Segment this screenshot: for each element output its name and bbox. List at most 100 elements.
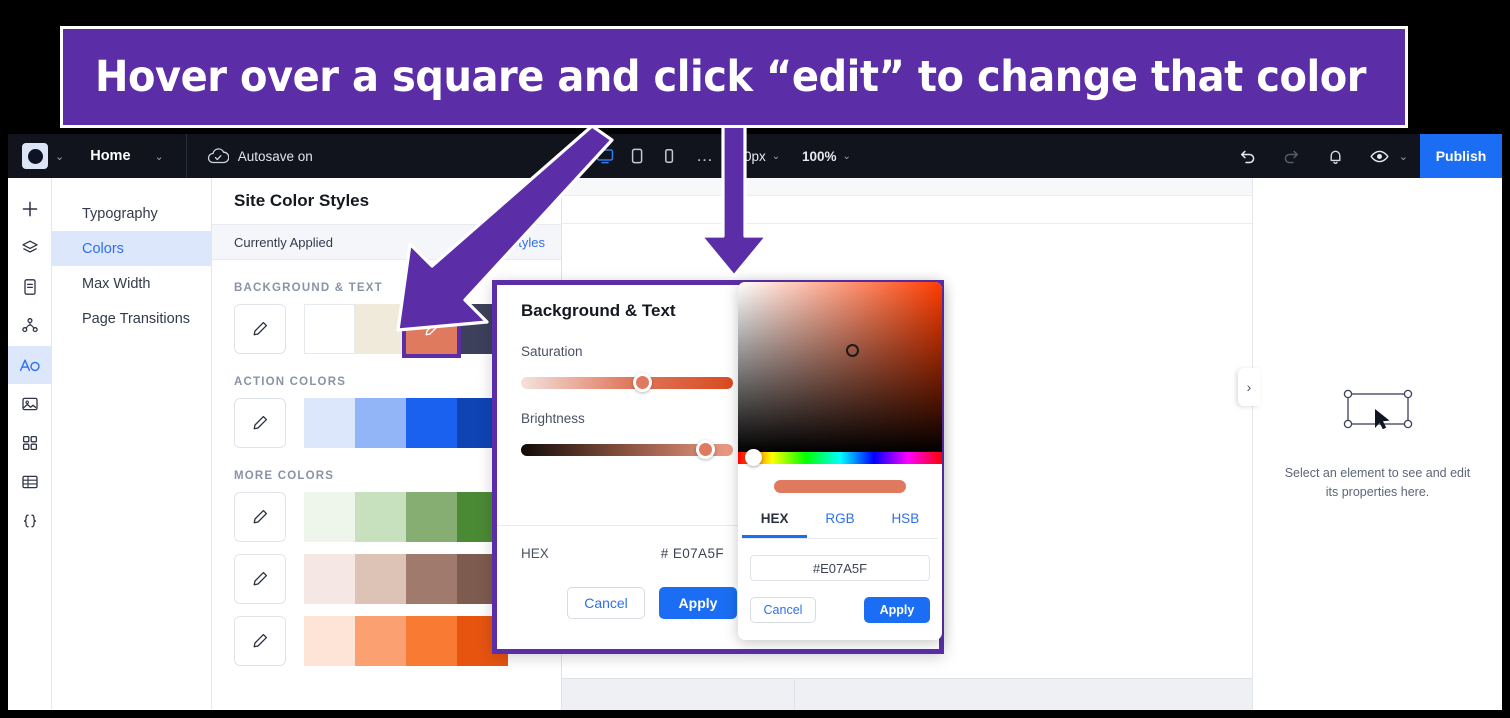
- top-toolbar: ⌄ Home ⌄ Autosave on … 0px ⌄ 100% ⌄ ⌄ Pu…: [8, 134, 1502, 178]
- tab-hsb[interactable]: HSB: [873, 511, 938, 538]
- tabs-underline: [742, 538, 938, 539]
- explore-styles-link[interactable]: re Styles: [473, 235, 545, 250]
- hex-input[interactable]: #E07A5F: [750, 555, 930, 581]
- nav-item-max-width[interactable]: Max Width: [52, 266, 211, 301]
- color-picker-popover: HEX RGB HSB #E07A5F Cancel Apply: [738, 282, 942, 640]
- nav-item-colors[interactable]: Colors: [52, 231, 211, 266]
- panel-header: Site Color Styles ✕: [212, 178, 561, 224]
- saturation-value-area[interactable]: [738, 282, 942, 452]
- color-preview-bar: [774, 480, 906, 493]
- modal-title: Background & Text: [521, 300, 676, 320]
- swatch-orange-2[interactable]: [355, 616, 406, 666]
- tab-rgb[interactable]: RGB: [807, 511, 872, 538]
- edit-action-colors-button[interactable]: [234, 398, 286, 448]
- swatch-action-2[interactable]: [355, 398, 406, 448]
- toolbar-divider: [185, 134, 187, 178]
- publish-button[interactable]: Publish: [1420, 134, 1502, 178]
- swatch-bg-2[interactable]: [355, 304, 406, 354]
- swatch-green-1[interactable]: [304, 492, 355, 542]
- breakpoint-selector[interactable]: 0px ⌄: [744, 134, 780, 178]
- sv-cursor-handle[interactable]: [846, 344, 859, 357]
- logo-dot: [27, 148, 43, 164]
- rail-item-cms[interactable]: [8, 463, 52, 501]
- selection-box-cursor-icon: [1339, 387, 1417, 438]
- modal-actions: Cancel Apply: [567, 587, 737, 619]
- inspector-panel: Select an element to see and edit its pr…: [1252, 178, 1502, 710]
- circle-logo-icon[interactable]: [22, 143, 48, 169]
- explore-styles-label: re Styles: [494, 234, 545, 250]
- zoom-chevron-down-icon: ⌄: [842, 150, 851, 162]
- canvas-bottom-divider: [794, 679, 795, 710]
- rail-item-add[interactable]: [8, 190, 52, 228]
- zoom-selector[interactable]: 100% ⌄: [802, 134, 851, 178]
- mobile-icon[interactable]: [654, 141, 684, 171]
- rail-item-assets[interactable]: [8, 385, 52, 423]
- instruction-banner-text: Hover over a square and click “edit” to …: [95, 52, 1367, 102]
- swatch-bg-3-selected[interactable]: [402, 300, 461, 358]
- eye-icon[interactable]: [1363, 139, 1397, 173]
- modal-hex-value[interactable]: # E07A5F: [661, 546, 724, 561]
- rail-item-sitemap[interactable]: [8, 307, 52, 345]
- tab-hex[interactable]: HEX: [742, 511, 808, 538]
- instruction-banner: Hover over a square and click “edit” to …: [60, 26, 1408, 128]
- nav-item-page-transitions[interactable]: Page Transitions: [52, 301, 211, 336]
- swatch-brown-2[interactable]: [355, 554, 406, 604]
- color-format-tabs: HEX RGB HSB: [738, 511, 942, 538]
- close-icon[interactable]: ✕: [523, 190, 539, 213]
- device-switcher: …: [590, 134, 724, 178]
- swatch-green-2[interactable]: [355, 492, 406, 542]
- breakpoint-value: 0px: [744, 148, 766, 164]
- hue-slider[interactable]: [738, 449, 942, 466]
- modal-hex-label: HEX: [521, 545, 549, 561]
- swatch-action-1[interactable]: [304, 398, 355, 448]
- cloud-check-icon: [207, 147, 229, 165]
- rail-item-custom-code[interactable]: [8, 502, 52, 540]
- swatch-green-3[interactable]: [406, 492, 457, 542]
- swatch-brown-3[interactable]: [406, 554, 457, 604]
- saturation-slider[interactable]: [521, 373, 733, 392]
- canvas-divider: [562, 223, 1252, 224]
- edit-background-text-button[interactable]: [234, 304, 286, 354]
- preview-chevron-down-icon[interactable]: ⌄: [1399, 150, 1408, 163]
- rail-item-site-styles[interactable]: [8, 346, 52, 384]
- swatch-brown-1[interactable]: [304, 554, 355, 604]
- swatch-orange-3[interactable]: [406, 616, 457, 666]
- panel-expand-chevron-icon[interactable]: ›: [1238, 368, 1260, 406]
- brightness-slider[interactable]: [521, 440, 733, 459]
- site-chevron-down-icon[interactable]: ⌄: [155, 150, 164, 163]
- chevron-down-icon[interactable]: ⌄: [55, 150, 64, 163]
- modal-apply-button[interactable]: Apply: [659, 587, 737, 619]
- left-icon-rail: [8, 178, 52, 710]
- autosave-label: Autosave on: [237, 148, 313, 164]
- tablet-icon[interactable]: [622, 141, 652, 171]
- rail-item-pages[interactable]: [8, 268, 52, 306]
- hue-slider-thumb[interactable]: [745, 449, 762, 466]
- zoom-value: 100%: [802, 148, 837, 164]
- edit-more-colors-3-button[interactable]: [234, 616, 286, 666]
- nav-item-typography[interactable]: Typography: [52, 196, 211, 231]
- brightness-thumb[interactable]: [696, 440, 715, 459]
- bell-icon[interactable]: [1319, 139, 1353, 173]
- edit-more-colors-2-button[interactable]: [234, 554, 286, 604]
- picker-apply-button[interactable]: Apply: [864, 597, 930, 623]
- screenshot-root: ⌄ Home ⌄ Autosave on … 0px ⌄ 100% ⌄ ⌄ Pu…: [0, 0, 1510, 718]
- redo-icon[interactable]: [1275, 139, 1309, 173]
- picker-cancel-button[interactable]: Cancel: [750, 597, 816, 623]
- ramp-more-colors-3: [304, 616, 508, 666]
- edit-more-colors-1-button[interactable]: [234, 492, 286, 542]
- rail-item-layers[interactable]: [8, 229, 52, 267]
- desktop-icon[interactable]: [590, 141, 620, 171]
- rail-item-apps[interactable]: [8, 424, 52, 462]
- swatch-orange-1[interactable]: [304, 616, 355, 666]
- breakpoint-chevron-down-icon: ⌄: [771, 150, 781, 162]
- site-name-label[interactable]: Home: [90, 148, 130, 164]
- more-options-icon[interactable]: …: [686, 146, 724, 166]
- saturation-thumb[interactable]: [633, 373, 652, 392]
- canvas-bottom-strip: [562, 678, 1252, 710]
- ramp-more-colors-2: [304, 554, 508, 604]
- inspector-hint-text: Select an element to see and edit its pr…: [1284, 466, 1471, 499]
- swatch-bg-1[interactable]: [304, 304, 355, 354]
- swatch-action-3[interactable]: [406, 398, 457, 448]
- modal-cancel-button[interactable]: Cancel: [567, 587, 645, 619]
- undo-icon[interactable]: [1231, 139, 1265, 173]
